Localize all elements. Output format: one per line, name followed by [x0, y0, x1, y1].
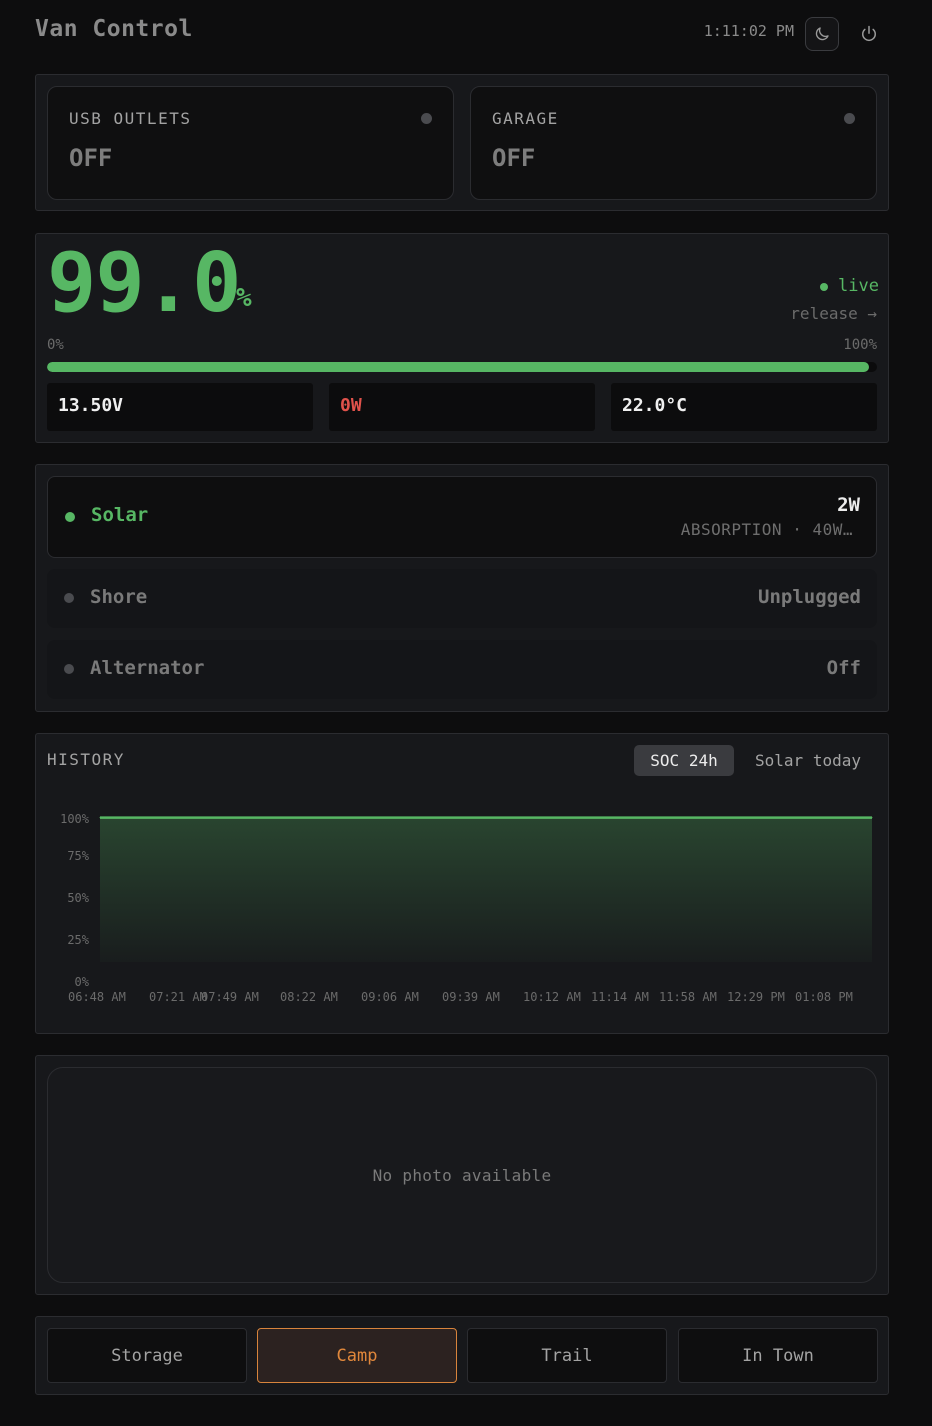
- outlet-garage[interactable]: GARAGE OFF: [470, 86, 877, 200]
- soc-data-point: [794, 817, 796, 819]
- source-shore[interactable]: Shore Unplugged: [47, 569, 877, 628]
- source-solar[interactable]: Solar 2W ABSORPTION · 40W…: [47, 476, 877, 558]
- soc-progress-fill: [47, 362, 869, 372]
- y-tick-label: 0%: [75, 975, 90, 989]
- outlet-label: USB OUTLETS: [69, 109, 192, 128]
- x-tick-label: 12:29 PM: [727, 990, 785, 1004]
- x-tick-label: 07:21 AM: [149, 990, 207, 1004]
- mode-camp-button[interactable]: Camp: [257, 1328, 457, 1383]
- power-button[interactable]: [852, 17, 886, 51]
- soc-data-point: [871, 817, 873, 819]
- live-dot: [820, 283, 828, 291]
- soc-history-chart: 100% 75% 50% 25% 0% 06:48 AM 07:21 AM07:49 AM…: [60, 812, 873, 1004]
- power-icon: [862, 25, 876, 41]
- photo-placeholder: No photo available: [47, 1067, 877, 1283]
- x-tick-label: 09:06 AM: [361, 990, 419, 1004]
- source-value: Off: [826, 657, 861, 679]
- source-name: Solar: [91, 504, 149, 526]
- power-readout: 0W: [329, 383, 595, 431]
- status-dot: [64, 664, 74, 674]
- soc-data-point: [408, 817, 410, 819]
- y-tick-label: 100%: [60, 812, 90, 826]
- status-dot: [421, 113, 432, 124]
- app-title: Van Control: [35, 16, 193, 42]
- soc-data-point: [331, 817, 333, 819]
- mode-storage-button[interactable]: Storage: [47, 1328, 247, 1383]
- status-dot: [65, 512, 75, 522]
- outlet-label: GARAGE: [492, 109, 559, 128]
- soc-data-point: [176, 817, 178, 819]
- temperature-readout: 22.0°C: [611, 383, 877, 431]
- soc-value: 99.0: [47, 236, 241, 331]
- soc-data-point: [485, 817, 487, 819]
- y-tick-label: 25%: [67, 933, 89, 947]
- soc-scale-max: 100%: [843, 337, 877, 353]
- outlet-state: OFF: [69, 144, 113, 172]
- source-name: Shore: [90, 586, 148, 608]
- soc-data-point: [99, 817, 101, 819]
- source-value: Unplugged: [758, 586, 861, 608]
- soc-scale-min: 0%: [47, 337, 64, 353]
- x-tick-label: 10:12 AM: [523, 990, 581, 1004]
- live-indicator: live: [838, 276, 879, 296]
- x-tick-label: 06:48 AM: [68, 990, 126, 1004]
- status-dot: [844, 113, 855, 124]
- source-value: 2W: [837, 494, 860, 516]
- x-tick-label: 11:14 AM: [591, 990, 649, 1004]
- x-tick-label: 11:58 AM: [659, 990, 717, 1004]
- x-tick-label: 08:22 AM: [280, 990, 338, 1004]
- soc-data-point: [562, 817, 564, 819]
- x-tick-label: 09:39 AM: [442, 990, 500, 1004]
- mode-in-town-button[interactable]: In Town: [678, 1328, 878, 1383]
- source-alternator[interactable]: Alternator Off: [47, 640, 877, 699]
- x-tick-label: 07:49 AM: [201, 990, 259, 1004]
- source-name: Alternator: [90, 657, 205, 679]
- soc-unit: %: [236, 283, 252, 313]
- release-link[interactable]: release →: [760, 304, 877, 323]
- history-title: HISTORY: [47, 750, 125, 769]
- outlet-usb[interactable]: USB OUTLETS OFF: [47, 86, 454, 200]
- outlet-state: OFF: [492, 144, 536, 172]
- x-tick-label: 01:08 PM: [795, 990, 853, 1004]
- mode-trail-button[interactable]: Trail: [467, 1328, 667, 1383]
- soc-area: [100, 817, 872, 962]
- soc-progress-bar: [47, 362, 877, 372]
- moon-icon: [815, 27, 829, 41]
- soc-data-point: [639, 817, 641, 819]
- photo-empty-text: No photo available: [372, 1165, 552, 1185]
- tab-solar-today[interactable]: Solar today: [744, 745, 872, 776]
- soc-data-point: [717, 817, 719, 819]
- voltage-readout: 13.50V: [47, 383, 313, 431]
- status-dot: [64, 593, 74, 603]
- y-tick-label: 75%: [67, 849, 89, 863]
- theme-toggle-button[interactable]: [805, 17, 839, 51]
- soc-data-point: [253, 817, 255, 819]
- clock: 1:11:02 PM: [703, 22, 794, 40]
- y-tick-label: 50%: [67, 891, 89, 905]
- source-subtitle: ABSORPTION · 40W…: [680, 520, 853, 539]
- tab-soc-24h[interactable]: SOC 24h: [634, 745, 734, 776]
